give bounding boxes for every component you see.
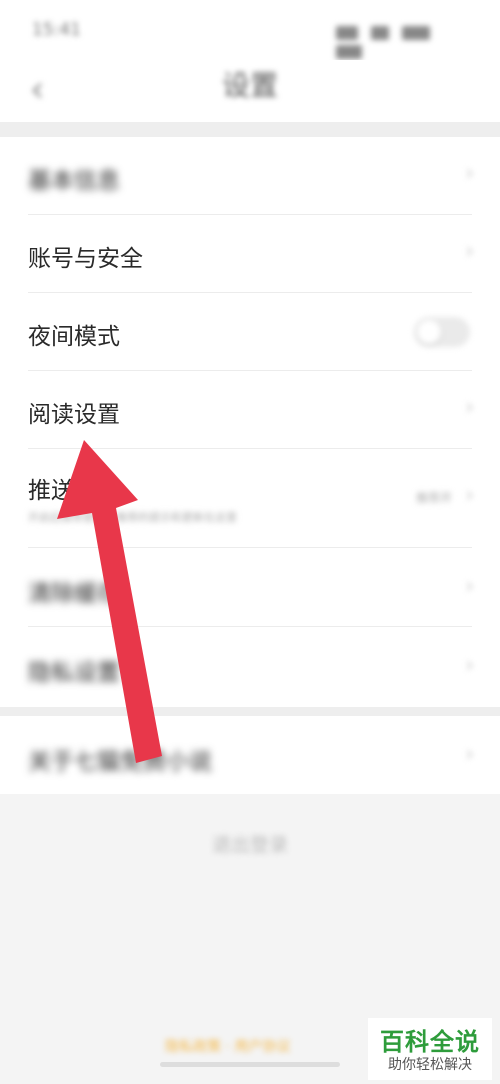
chevron-right-icon: ›	[465, 574, 474, 599]
settings-item-label: 清除缓存	[28, 581, 120, 607]
chevron-right-icon: ›	[465, 395, 474, 420]
section-gap	[0, 707, 500, 716]
wifi-icon	[371, 25, 390, 40]
settings-item-label: 隐私设置	[28, 660, 120, 686]
watermark-title: 百科全说	[380, 1028, 480, 1056]
network-icon	[402, 25, 431, 40]
settings-item-label: 推送	[28, 478, 74, 504]
chevron-right-icon: ›	[465, 742, 474, 767]
settings-item-account-security[interactable]: 账号与安全 ›	[0, 215, 500, 293]
signal-icon	[336, 25, 358, 40]
page-title: 设置	[221, 69, 278, 102]
settings-item-label: 阅读设置	[28, 402, 120, 428]
chevron-right-icon: ›	[465, 161, 474, 186]
chevron-right-icon: ›	[465, 239, 474, 264]
push-value: 推荐开	[415, 491, 452, 505]
settings-item-about[interactable]: 关于七猫免费小说 ›	[0, 716, 500, 794]
footer-links[interactable]: 隐私政策 · 用户协议	[165, 1036, 290, 1056]
settings-item-privacy[interactable]: 隐私设置 ›	[0, 627, 500, 705]
settings-item-label: 夜间模式	[28, 324, 120, 350]
push-description: 开启后推荐更新，推荐的提示和更新在这里	[28, 511, 237, 524]
settings-item-basic-info[interactable]: 基本信息 ›	[0, 137, 500, 215]
settings-item-label: 基本信息	[28, 168, 120, 194]
watermark-logo: 百科全说 助你轻松解决	[368, 1018, 492, 1080]
logout-button[interactable]: 退出登录	[0, 830, 500, 857]
settings-list: 基本信息 › 账号与安全 › 夜间模式 阅读设置 › 推送 开启后推荐更新，推荐…	[0, 137, 500, 707]
battery-icon	[336, 44, 362, 59]
home-indicator	[160, 1062, 340, 1067]
settings-item-push[interactable]: 推送 开启后推荐更新，推荐的提示和更新在这里 推荐开 ›	[0, 449, 500, 545]
chevron-right-icon: ›	[465, 483, 474, 508]
watermark-subtitle: 助你轻松解决	[388, 1057, 472, 1073]
night-mode-toggle[interactable]	[414, 317, 470, 347]
status-time: 15:41	[32, 20, 81, 40]
section-gap	[0, 122, 500, 137]
chevron-right-icon: ›	[465, 653, 474, 678]
settings-item-night-mode[interactable]: 夜间模式	[0, 293, 500, 371]
settings-item-label: 关于七猫免费小说	[28, 749, 212, 775]
settings-item-label: 账号与安全	[28, 246, 143, 272]
settings-item-reading-settings[interactable]: 阅读设置 ›	[0, 371, 500, 449]
settings-item-clear-cache[interactable]: 清除缓存 ›	[0, 548, 500, 626]
status-icons	[336, 22, 466, 59]
